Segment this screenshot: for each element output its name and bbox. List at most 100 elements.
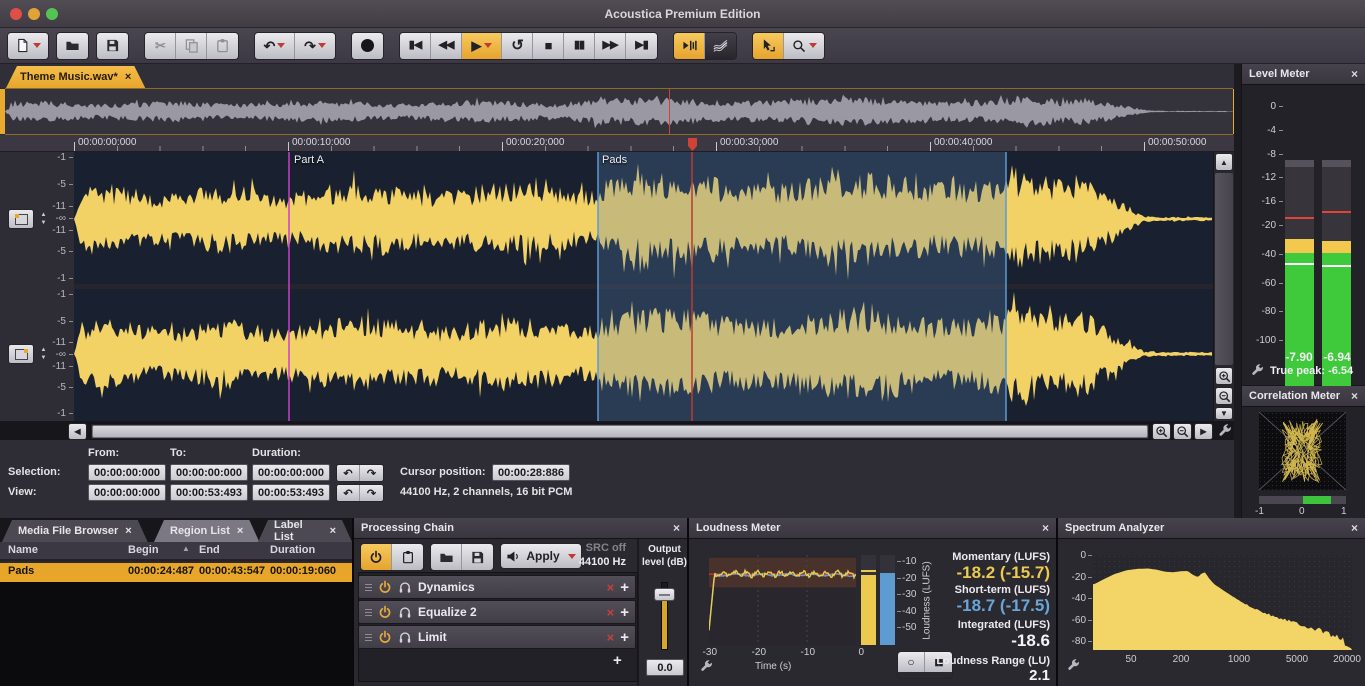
- pause-button[interactable]: ▮▮: [564, 33, 595, 59]
- selection-from-field[interactable]: 00:00:00:000: [88, 464, 166, 481]
- scroll-up-button[interactable]: ▲: [1215, 153, 1233, 171]
- copy-button[interactable]: [176, 33, 207, 59]
- remove-plugin-icon[interactable]: ×: [607, 605, 615, 620]
- region-label-pads[interactable]: Pads: [602, 154, 627, 166]
- plugin-power-icon[interactable]: [378, 605, 392, 619]
- go-to-start-button[interactable]: ▮◀: [400, 33, 431, 59]
- view-to-field[interactable]: 00:00:53:493: [170, 484, 248, 501]
- undo-dropdown-icon[interactable]: [277, 43, 285, 48]
- chain-save-button[interactable]: [462, 544, 493, 570]
- save-file-button[interactable]: [97, 33, 128, 59]
- spectrum-analyzer-close-icon[interactable]: ×: [1351, 521, 1358, 535]
- add-plugin-icon[interactable]: +: [620, 629, 629, 646]
- add-plugin-icon[interactable]: +: [613, 652, 622, 669]
- close-tab-icon[interactable]: ×: [237, 525, 243, 537]
- column-begin[interactable]: Begin: [128, 544, 159, 556]
- zoom-dropdown-icon[interactable]: [809, 43, 817, 48]
- open-file-button[interactable]: [57, 33, 88, 59]
- view-undo-button[interactable]: ↶: [337, 485, 360, 501]
- processing-chain-close-icon[interactable]: ×: [673, 521, 680, 535]
- chain-power-button[interactable]: [361, 544, 392, 570]
- spectrum-settings-wrench-icon[interactable]: [1066, 658, 1080, 677]
- region-list-header[interactable]: Name Begin ▲ End Duration: [0, 542, 352, 561]
- loop-playback-button[interactable]: ↺: [502, 33, 533, 59]
- play-dropdown-icon[interactable]: [484, 43, 492, 48]
- add-plugin-icon[interactable]: +: [620, 579, 629, 596]
- waveform-overview[interactable]: [0, 88, 1240, 135]
- go-to-end-button[interactable]: ▶▮: [626, 33, 657, 59]
- view-from-field[interactable]: 00:00:00:000: [88, 484, 166, 501]
- add-plugin-icon[interactable]: +: [620, 604, 629, 621]
- close-window-button[interactable]: [10, 8, 22, 20]
- chain-paste-button[interactable]: [392, 544, 423, 570]
- selection-to-field[interactable]: 00:00:00:000: [170, 464, 248, 481]
- correlation-meter-close-icon[interactable]: ×: [1351, 389, 1358, 403]
- rewind-button[interactable]: ◀◀: [431, 33, 462, 59]
- selection-undo-button[interactable]: ↶: [337, 465, 360, 481]
- record-button[interactable]: [352, 33, 383, 59]
- time-ruler[interactable]: 00:00:00:00000:00:10:00000:00:20:00000:0…: [0, 135, 1240, 152]
- channel1-select-button[interactable]: [8, 209, 34, 229]
- horizontal-scrollbar-thumb[interactable]: [92, 425, 1148, 438]
- scroll-down-button[interactable]: ▼: [1215, 407, 1233, 420]
- tab-region-list[interactable]: Region List×: [154, 520, 259, 542]
- level-meter-close-icon[interactable]: ×: [1351, 67, 1358, 81]
- selection-redo-button[interactable]: ↷: [360, 465, 383, 481]
- channel2-zoom-spinner[interactable]: ▲▼: [38, 344, 49, 364]
- scroll-left-button[interactable]: ◀: [68, 423, 87, 440]
- horizontal-zoom-out-button[interactable]: [1173, 423, 1192, 440]
- tab-media-file-browser[interactable]: Media File Browser×: [2, 520, 148, 542]
- play-button[interactable]: ▶: [462, 33, 502, 59]
- close-tab-icon[interactable]: ×: [330, 525, 336, 537]
- undo-button[interactable]: ↶: [255, 33, 295, 59]
- close-tab-icon[interactable]: ×: [125, 71, 131, 83]
- region-row-pads[interactable]: Pads 00:00:24:487 00:00:43:547 00:00:19:…: [0, 563, 352, 582]
- loudness-settings-wrench-icon[interactable]: [699, 659, 713, 678]
- channel2-select-button[interactable]: [8, 344, 34, 364]
- loudness-meter-close-icon[interactable]: ×: [1042, 521, 1049, 535]
- plugin-power-icon[interactable]: [378, 630, 392, 644]
- overview-view-start-handle[interactable]: [0, 89, 5, 134]
- column-name[interactable]: Name: [8, 544, 38, 556]
- remove-plugin-icon[interactable]: ×: [607, 580, 615, 595]
- horizontal-zoom-in-button[interactable]: [1152, 423, 1171, 440]
- plugin-row-limit[interactable]: Limit × +: [358, 625, 636, 649]
- zoom-tool-button[interactable]: [784, 33, 824, 59]
- stop-button[interactable]: ■: [533, 33, 564, 59]
- close-tab-icon[interactable]: ×: [125, 525, 131, 537]
- selection-tool-button[interactable]: [753, 33, 784, 59]
- plugin-monitor-icon[interactable]: [398, 605, 412, 619]
- waveform-editor[interactable]: [74, 152, 1213, 421]
- marker-label-part-a[interactable]: Part A: [294, 154, 324, 166]
- drag-handle-icon[interactable]: [365, 634, 372, 641]
- tab-label-list[interactable]: Label List×: [258, 520, 352, 542]
- cut-button[interactable]: ✂: [145, 33, 176, 59]
- minimize-window-button[interactable]: [28, 8, 40, 20]
- view-duration-field[interactable]: 00:00:53:493: [252, 484, 330, 501]
- view-redo-button[interactable]: ↷: [360, 485, 383, 501]
- selection-duration-field[interactable]: 00:00:00:000: [252, 464, 330, 481]
- level-meter-settings-wrench-icon[interactable]: [1250, 363, 1264, 382]
- drag-handle-icon[interactable]: [365, 609, 372, 616]
- vertical-scrollbar-thumb[interactable]: [1215, 173, 1233, 365]
- column-duration[interactable]: Duration: [270, 544, 315, 556]
- drag-handle-icon[interactable]: [365, 584, 372, 591]
- cursor-position-field[interactable]: 00:00:28:886: [492, 464, 570, 481]
- paste-button[interactable]: [207, 33, 238, 59]
- overview-waveform[interactable]: [5, 89, 1233, 134]
- new-file-button[interactable]: [8, 33, 48, 59]
- output-level-slider-handle[interactable]: [654, 588, 675, 601]
- remove-plugin-icon[interactable]: ×: [607, 630, 615, 645]
- tab-theme-music[interactable]: Theme Music.wav* ×: [6, 66, 145, 88]
- redo-dropdown-icon[interactable]: [318, 43, 326, 48]
- chain-open-button[interactable]: [431, 544, 462, 570]
- channel1-zoom-spinner[interactable]: ▲▼: [38, 209, 49, 229]
- output-level-value-field[interactable]: 0.0: [646, 659, 684, 676]
- scrub-playback-button[interactable]: [674, 33, 705, 59]
- plugin-monitor-icon[interactable]: [398, 630, 412, 644]
- spectral-view-button[interactable]: [705, 33, 736, 59]
- new-file-dropdown-icon[interactable]: [33, 43, 41, 48]
- fast-forward-button[interactable]: ▶▶: [595, 33, 626, 59]
- vertical-zoom-in-button[interactable]: [1215, 367, 1233, 385]
- vertical-zoom-out-button[interactable]: [1215, 387, 1233, 405]
